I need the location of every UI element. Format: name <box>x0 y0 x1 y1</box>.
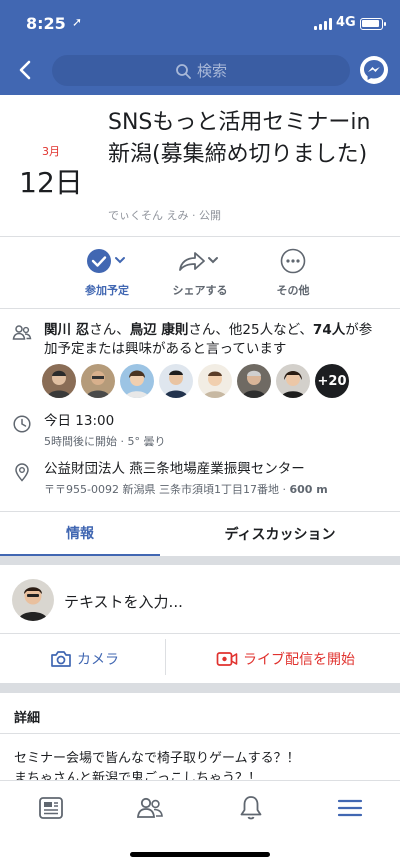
news-feed-tab[interactable] <box>36 793 66 823</box>
avatar[interactable] <box>159 364 193 398</box>
composer-input[interactable]: テキストを入力... <box>64 591 183 612</box>
avatar[interactable] <box>120 364 154 398</box>
divider <box>0 236 400 237</box>
attendees-text: 関川 忍さん、鳥辺 康則さん、他25人など、74人が参加予定または興味があると言… <box>44 322 373 357</box>
messenger-icon <box>364 60 384 80</box>
people-icon <box>12 325 32 340</box>
home-indicator <box>130 852 270 857</box>
more-button[interactable]: その他 <box>248 248 338 298</box>
tab-info[interactable]: 情報 <box>0 512 160 556</box>
attendee-name-1[interactable]: 関川 忍 <box>44 322 89 338</box>
more-attendees-badge[interactable]: +20 <box>315 364 349 398</box>
event-day: 12日 <box>19 166 83 199</box>
clock-icon <box>13 415 31 433</box>
my-avatar <box>12 579 54 621</box>
menu-tab[interactable] <box>335 793 365 823</box>
battery-icon <box>360 18 386 30</box>
attendee-name-2[interactable]: 鳥辺 康則 <box>130 322 189 338</box>
go-live-button[interactable]: ライブ配信を開始 <box>216 643 355 675</box>
details-line: セミナー会場で皆んなで椅子取りゲームする？！ <box>14 751 300 766</box>
messenger-button[interactable] <box>360 56 388 84</box>
event-actions: 参加予定 シェアする その他 <box>0 238 400 308</box>
more-label: その他 <box>276 284 310 297</box>
event-title: SNSもっと活用セミナーin新潟(募集締め切りました) <box>108 110 371 167</box>
details-heading: 詳細 <box>14 711 41 726</box>
avatar[interactable] <box>276 364 310 398</box>
event-header: 3月 12日 SNSもっと活用セミナーin新潟(募集締め切りました) でぃくそん… <box>0 95 400 235</box>
top-bar: 8:25 ➚ 4G 検索 <box>0 0 400 95</box>
avatar[interactable] <box>81 364 115 398</box>
share-label: シェアする <box>172 284 228 297</box>
divider <box>0 733 400 734</box>
hamburger-menu-icon <box>337 799 363 817</box>
network-type: 4G <box>336 15 356 30</box>
tab-discussion[interactable]: ディスカッション <box>160 512 400 556</box>
notifications-tab[interactable] <box>236 793 266 823</box>
share-button[interactable]: シェアする <box>155 248 245 298</box>
share-icon <box>179 252 218 271</box>
divider <box>0 633 400 634</box>
location-name: 公益財団法人 燕三条地場産業振興センター <box>44 461 305 477</box>
avatar[interactable] <box>237 364 271 398</box>
friends-icon <box>137 797 163 818</box>
back-button[interactable] <box>14 58 38 82</box>
location-arrow-icon: ➚ <box>72 15 83 29</box>
search-icon <box>176 63 191 79</box>
search-input[interactable]: 検索 <box>52 55 350 86</box>
location-pin-icon <box>15 463 29 482</box>
event-tabs: 情報 ディスカッション <box>0 512 400 556</box>
bell-icon <box>240 796 262 820</box>
event-host[interactable]: でぃくそん えみ · 公開 <box>108 207 221 223</box>
section-gap <box>0 556 400 565</box>
avatar[interactable] <box>42 364 76 398</box>
going-label: 参加予定 <box>85 284 129 297</box>
camera-label: カメラ <box>77 652 119 668</box>
live-video-icon <box>216 652 238 666</box>
event-date: 3月 12日 <box>18 143 84 201</box>
camera-button[interactable]: カメラ <box>50 643 119 675</box>
location-address: 〒〒955-0092 新潟県 三条市須頃1丁目17番地 · 600 m <box>44 483 328 496</box>
status-time: 8:25 <box>26 14 66 33</box>
divider <box>165 639 166 675</box>
post-composer: テキストを入力... カメラ ライブ配信を開始 <box>0 565 400 683</box>
event-time: 今日 13:00 <box>44 413 115 429</box>
going-button[interactable]: 参加予定 <box>62 248 152 298</box>
camera-icon <box>51 651 71 667</box>
search-placeholder: 検索 <box>196 62 227 80</box>
news-feed-icon <box>39 797 63 819</box>
section-gap <box>0 683 400 693</box>
go-live-label: ライブ配信を開始 <box>243 652 355 668</box>
chevron-left-icon <box>19 60 31 80</box>
divider <box>0 308 400 309</box>
more-dots-icon <box>280 248 306 274</box>
avatar[interactable] <box>198 364 232 398</box>
check-circle-icon <box>87 249 125 273</box>
signal-icon <box>314 18 332 30</box>
friends-tab[interactable] <box>135 793 165 823</box>
status-bar: 8:25 ➚ 4G <box>0 12 400 38</box>
event-time-detail: 5時間後に開始 · 5° 曇り <box>44 435 166 448</box>
event-month: 3月 <box>42 145 60 158</box>
